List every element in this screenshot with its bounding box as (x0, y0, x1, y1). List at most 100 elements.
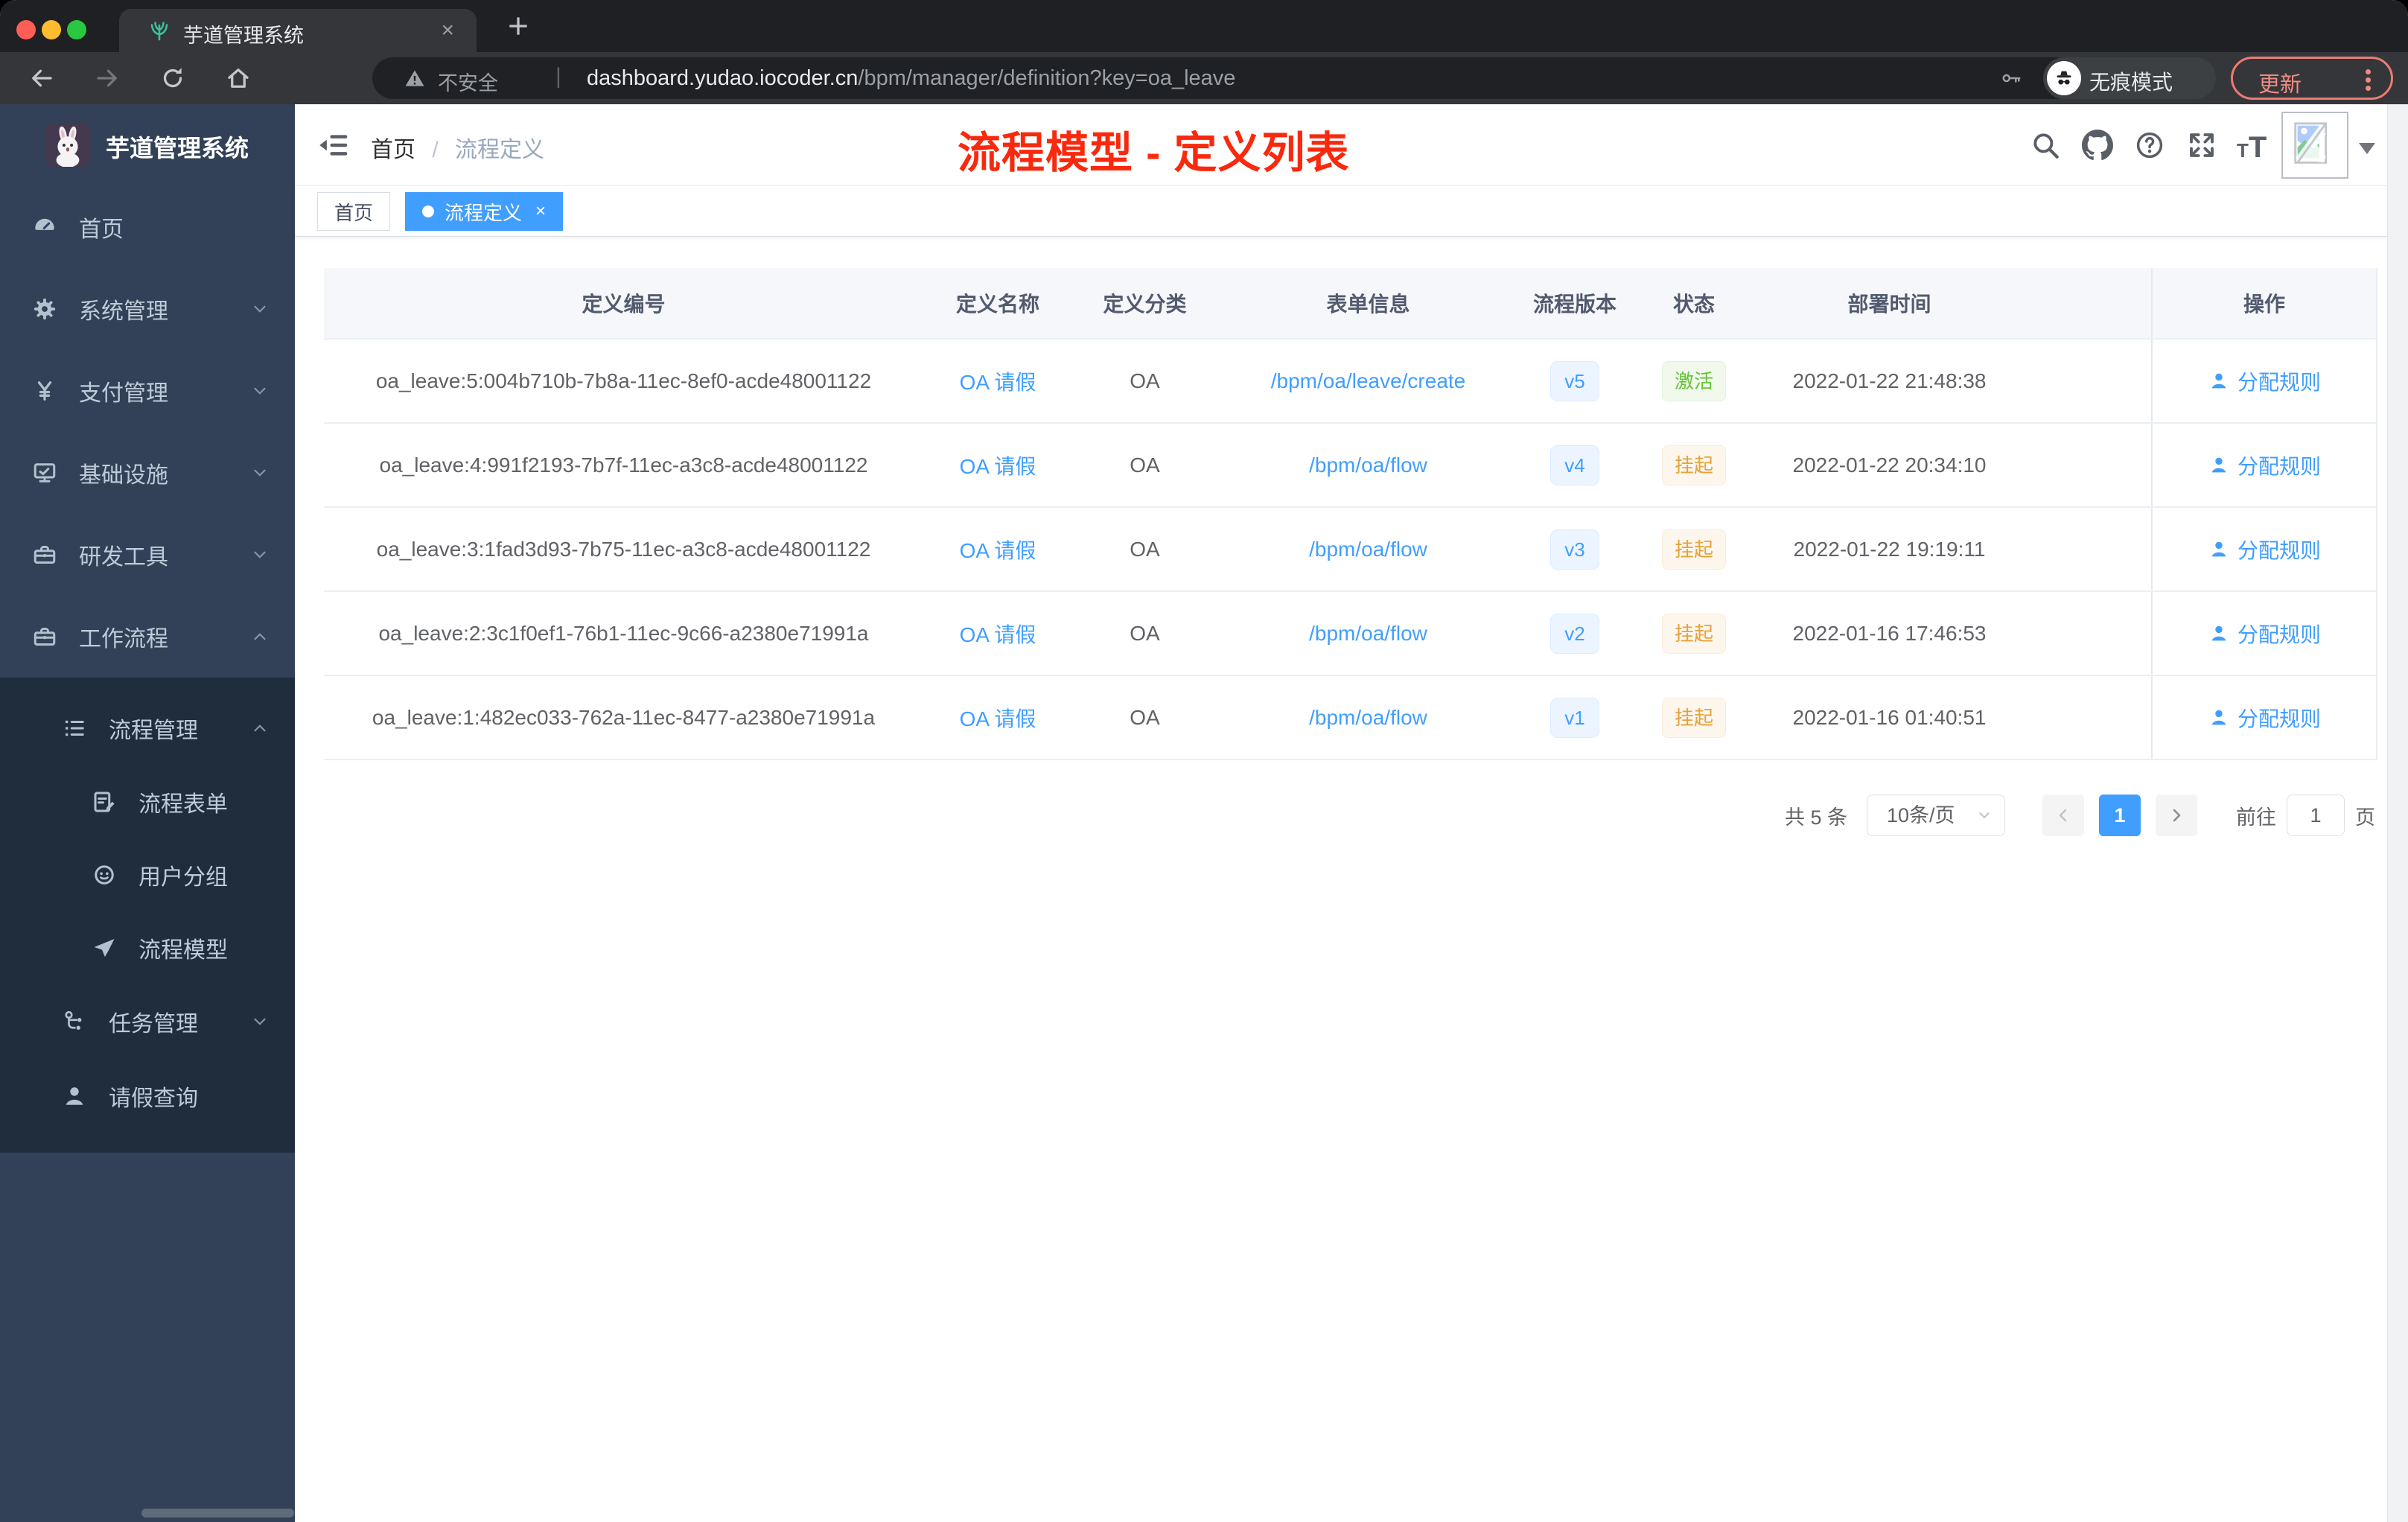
status-badge: 挂起 (1661, 445, 1726, 485)
search-icon[interactable] (2030, 130, 2061, 161)
sidebar-item-system[interactable]: 系统管理 (0, 268, 295, 350)
new-tab-button[interactable] (503, 11, 533, 41)
browser-tab[interactable]: 芋道管理系统 × (119, 9, 477, 52)
tag-close-icon[interactable]: × (535, 201, 546, 222)
col-status: 状态 (1631, 268, 1757, 340)
sidebar-item-workflow[interactable]: 工作流程 (0, 596, 295, 678)
sidebar-item-payment[interactable]: 支付管理 (0, 350, 295, 432)
assign-rule-button[interactable]: 分配规则 (2208, 707, 2321, 730)
definition-name-link[interactable]: OA 请假 (960, 707, 1036, 730)
cell-definition-id: oa_leave:2:3c1f0ef1-76b1-11ec-9c66-a2380… (324, 591, 923, 676)
avatar[interactable] (2281, 112, 2348, 179)
sidebar-item-home[interactable]: 首页 (0, 186, 295, 268)
next-page-button[interactable] (2156, 795, 2197, 836)
form-link[interactable]: /bpm/oa/flow (1309, 706, 1427, 729)
tab-title: 芋道管理系统 (183, 25, 304, 47)
definition-name-link[interactable]: OA 请假 (960, 455, 1036, 478)
sidebar-item-leave-query[interactable]: 请假查询 (0, 1059, 295, 1133)
chevron-down-icon (254, 305, 266, 313)
chevron-up-icon (254, 633, 266, 640)
sidebar-item-user-group[interactable]: 用户分组 (0, 838, 295, 911)
cell-definition-id: oa_leave:5:004b710b-7b8a-11ec-8ef0-acde4… (324, 339, 923, 424)
sidebar-item-label: 任务管理 (109, 1012, 198, 1037)
url-text[interactable]: dashboard.yudao.iocoder.cn/bpm/manager/d… (587, 66, 1235, 91)
sidebar-item-process-model[interactable]: 流程模型 (0, 911, 295, 984)
sidebar-item-label: 流程表单 (138, 792, 228, 817)
sidebar-logo-row[interactable]: 芋道管理系统 (0, 104, 295, 186)
sidebar-item-process-form[interactable]: 流程表单 (0, 765, 295, 838)
top-navbar: 首页 / 流程定义 TT (295, 104, 2408, 186)
cell-deploy-time: 2022-01-16 01:40:51 (1757, 675, 2022, 760)
url-separator: | (555, 64, 561, 89)
browser-update-button[interactable]: 更新 (2231, 57, 2393, 100)
form-link[interactable]: /bpm/oa/flow (1309, 622, 1427, 645)
breadcrumb-home[interactable]: 首页 (371, 138, 415, 162)
goto-page-input[interactable] (2287, 795, 2345, 836)
status-badge: 挂起 (1661, 697, 1726, 738)
not-secure-warning-icon[interactable] (404, 67, 426, 89)
url-domain: dashboard.yudao.iocoder.cn (587, 66, 859, 90)
definition-name-link[interactable]: OA 请假 (960, 539, 1036, 562)
page-size-select[interactable]: 10条/页 (1867, 795, 2005, 836)
active-tag-dot (422, 206, 434, 217)
form-link[interactable]: /bpm/oa/flow (1309, 538, 1427, 561)
breadcrumb: 首页 / 流程定义 (371, 131, 544, 164)
prev-page-button[interactable] (2042, 795, 2084, 836)
form-link[interactable]: /bpm/oa/flow (1309, 453, 1427, 477)
help-icon[interactable] (2134, 130, 2165, 161)
chevron-right-icon (2173, 809, 2181, 822)
fullscreen-icon[interactable] (2186, 130, 2217, 161)
cell-definition-id: oa_leave:1:482ec033-762a-11ec-8477-a2380… (324, 675, 923, 760)
update-label: 更新 (2258, 73, 2302, 97)
cell-spacer (2022, 675, 2152, 760)
assign-rule-button[interactable]: 分配规则 (2208, 623, 2321, 646)
sidebar-item-process-manage[interactable]: 流程管理 (0, 691, 295, 765)
font-size-icon[interactable]: TT (2237, 131, 2267, 165)
sidebar-item-infrastructure[interactable]: 基础设施 (0, 432, 295, 514)
assign-rule-button[interactable]: 分配规则 (2208, 371, 2321, 394)
sidebar-scrollbar[interactable] (141, 1509, 294, 1518)
back-icon[interactable] (28, 65, 55, 92)
window-zoom-button[interactable] (67, 20, 86, 39)
status-badge: 挂起 (1661, 613, 1726, 654)
sidebar-item-dev-tools[interactable]: 研发工具 (0, 514, 295, 596)
tag-home[interactable]: 首页 (317, 192, 391, 231)
paper-plane-icon (94, 939, 115, 957)
assign-rule-label: 分配规则 (2237, 454, 2321, 478)
page-scrollbar[interactable] (2387, 104, 2408, 1522)
form-link[interactable]: /bpm/oa/leave/create (1271, 369, 1466, 392)
tree-list-icon (66, 720, 84, 736)
cell-deploy-time: 2022-01-22 21:48:38 (1757, 339, 2022, 424)
assign-rule-button[interactable]: 分配规则 (2208, 455, 2321, 478)
avatar-caret-icon[interactable] (2359, 143, 2375, 154)
version-badge[interactable]: v5 (1550, 360, 1599, 401)
browser-menu-icon[interactable] (2366, 66, 2372, 94)
cell-deploy-time: 2022-01-22 20:34:10 (1757, 423, 2022, 508)
assign-rule-button[interactable]: 分配规则 (2208, 539, 2321, 562)
window-close-button[interactable] (16, 20, 36, 39)
chevron-left-icon (2059, 809, 2067, 822)
sidebar-collapse-icon[interactable] (317, 129, 350, 162)
gear-icon (34, 298, 56, 320)
definition-name-link[interactable]: OA 请假 (960, 371, 1036, 394)
tag-process-definition[interactable]: 流程定义 × (405, 192, 564, 231)
url-bar[interactable]: 不安全 | dashboard.yudao.iocoder.cn/bpm/man… (372, 57, 2115, 99)
version-badge[interactable]: v3 (1550, 529, 1599, 570)
reload-icon[interactable] (159, 65, 186, 92)
chevron-down-icon (1979, 812, 1990, 819)
sidebar-item-task-manage[interactable]: 任务管理 (0, 984, 295, 1059)
home-icon[interactable] (225, 65, 252, 92)
password-key-icon[interactable] (2000, 67, 2022, 89)
window-minimize-button[interactable] (42, 20, 61, 39)
definition-name-link[interactable]: OA 请假 (960, 623, 1036, 646)
forward-icon[interactable] (94, 65, 121, 92)
status-badge: 挂起 (1661, 529, 1726, 570)
table-header-row: 定义编号 定义名称 定义分类 表单信息 流程版本 状态 部署时间 操作 (324, 268, 2377, 340)
pagination-total: 共 5 条 (1784, 806, 1847, 829)
github-icon[interactable] (2082, 130, 2113, 161)
version-badge[interactable]: v2 (1550, 613, 1599, 654)
version-badge[interactable]: v1 (1550, 697, 1599, 738)
tab-close-icon[interactable]: × (441, 18, 454, 43)
page-number-current[interactable]: 1 (2099, 795, 2141, 836)
version-badge[interactable]: v4 (1550, 445, 1599, 485)
